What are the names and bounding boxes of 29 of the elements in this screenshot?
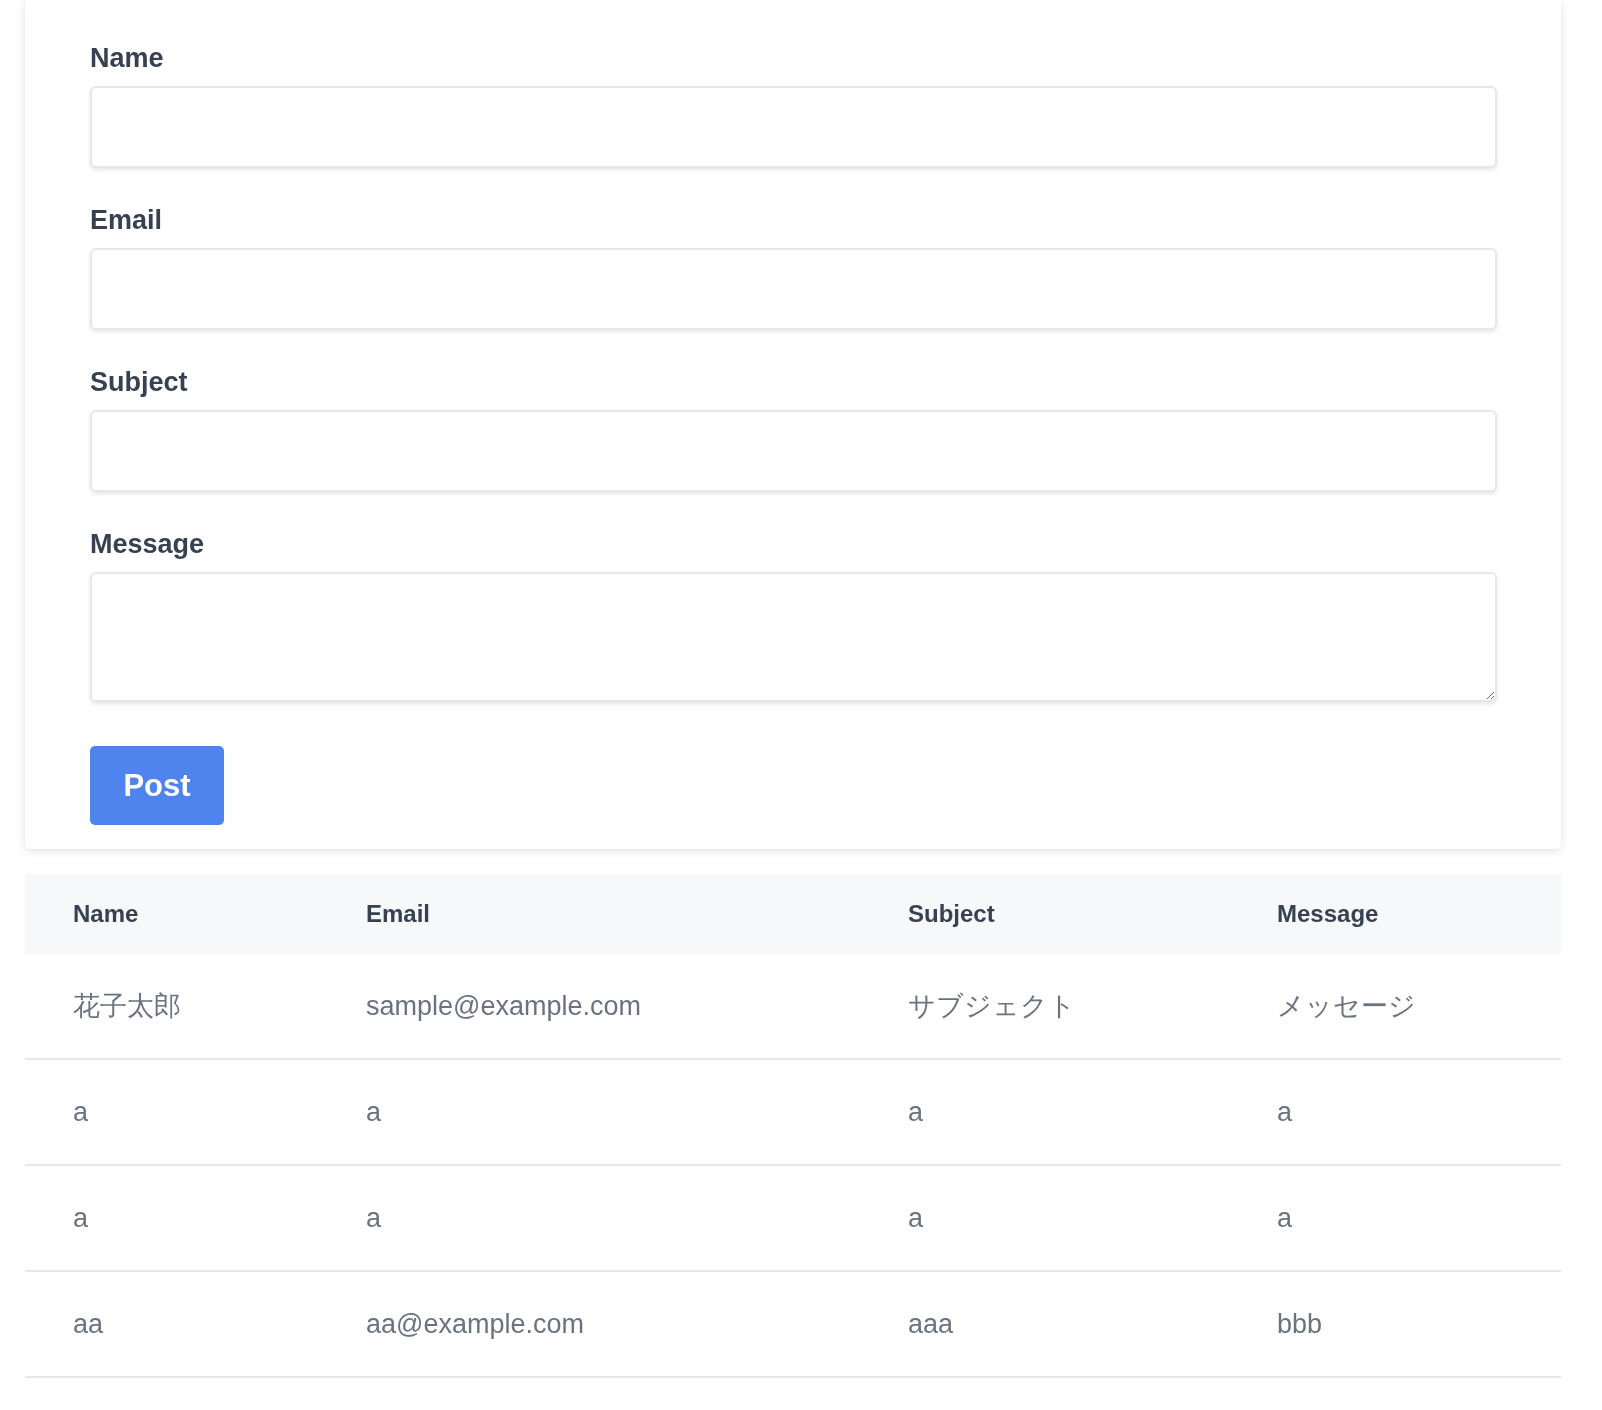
table-cell: sample@example.com (366, 990, 641, 1021)
column-header: Subject (860, 874, 1229, 954)
table-cell: aaa (908, 1308, 954, 1339)
field-label: Message (90, 528, 206, 561)
table-cell: aa (73, 1308, 104, 1339)
table-cell: bbb (1277, 1308, 1323, 1339)
table-cell: a (366, 1202, 382, 1233)
table-cell: a (1277, 1096, 1293, 1127)
input-field[interactable] (90, 248, 1497, 330)
table-cell: a (1277, 1202, 1293, 1233)
field-label: Email (90, 204, 164, 237)
message-field[interactable] (90, 572, 1497, 702)
table-cell: aa@example.com (366, 1308, 584, 1339)
column-header: Name (25, 874, 318, 954)
table-cell: a (73, 1096, 89, 1127)
table-cell: メッセージ (1277, 991, 1416, 1021)
column-header: Email (318, 874, 860, 954)
post-button[interactable]: Post (90, 746, 224, 825)
table-cell: a (908, 1096, 924, 1127)
field-label: Name (90, 42, 165, 75)
table-cell: サブジェクト (908, 991, 1076, 1021)
table-cell: a (366, 1096, 382, 1127)
table-cell: 花子太郎 (73, 991, 181, 1021)
field-label: Subject (90, 366, 189, 399)
table-cell: a (908, 1202, 924, 1233)
input-field[interactable] (90, 86, 1497, 168)
column-header: Message (1229, 874, 1561, 954)
input-field[interactable] (90, 410, 1497, 492)
table-cell: a (73, 1202, 89, 1233)
